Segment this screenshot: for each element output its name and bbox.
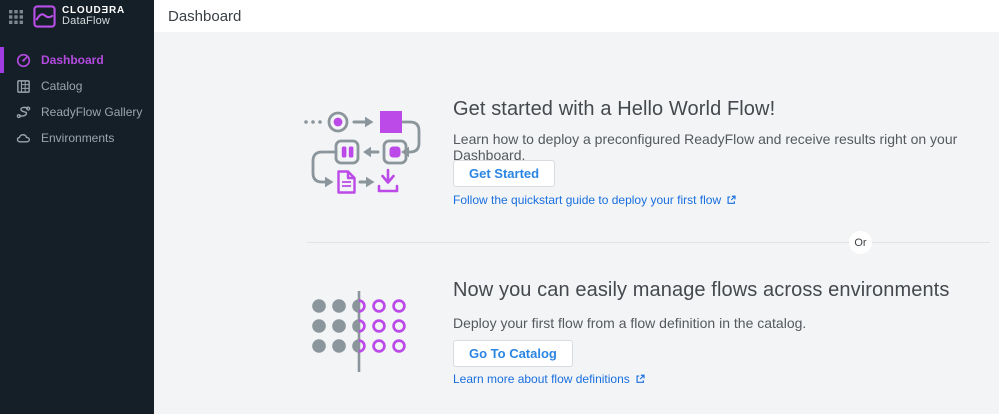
sidebar-header: CLOUDƎRA DataFlow xyxy=(0,0,154,33)
gauge-icon xyxy=(16,53,31,68)
section-heading-manage-flows: Now you can easily manage flows across e… xyxy=(453,279,949,302)
flow-definitions-link[interactable]: Learn more about flow definitions xyxy=(453,372,645,386)
hello-world-flow-illustration xyxy=(300,101,430,204)
quickstart-guide-link-label: Follow the quickstart guide to deploy yo… xyxy=(453,193,721,207)
external-link-icon xyxy=(635,374,645,384)
page-header: Dashboard xyxy=(154,0,999,32)
waffle-menu-icon[interactable] xyxy=(8,9,24,25)
sidebar-item-label: ReadyFlow Gallery xyxy=(41,105,142,119)
brand-text: CLOUDƎRA DataFlow xyxy=(62,5,125,28)
section-body-manage-flows: Deploy your first flow from a flow defin… xyxy=(453,315,806,331)
section-heading-hello-world: Get started with a Hello World Flow! xyxy=(453,98,775,121)
external-link-icon xyxy=(726,195,736,205)
cloud-icon xyxy=(16,131,31,146)
dataflow-logo-wave-icon xyxy=(33,5,56,28)
go-to-catalog-button[interactable]: Go To Catalog xyxy=(453,340,573,367)
section-divider xyxy=(307,242,990,243)
flow-definitions-link-label: Learn more about flow definitions xyxy=(453,372,630,386)
flow-path-icon xyxy=(16,105,31,120)
divider-or-badge: Or xyxy=(849,231,872,254)
sidebar-item-readyflow-gallery[interactable]: ReadyFlow Gallery xyxy=(0,99,154,125)
catalog-grid-icon xyxy=(16,79,31,94)
flow-environments-illustration xyxy=(306,289,411,379)
brand-product: DataFlow xyxy=(62,16,125,28)
sidebar-item-dashboard[interactable]: Dashboard xyxy=(0,47,154,73)
sidebar-item-label: Catalog xyxy=(41,79,82,93)
main-content xyxy=(154,32,999,414)
quickstart-guide-link[interactable]: Follow the quickstart guide to deploy yo… xyxy=(453,193,736,207)
sidebar-item-environments[interactable]: Environments xyxy=(0,125,154,151)
sidebar-item-label: Environments xyxy=(41,131,114,145)
sidebar-item-catalog[interactable]: Catalog xyxy=(0,73,154,99)
section-body-hello-world: Learn how to deploy a preconfigured Read… xyxy=(453,131,999,163)
sidebar: CLOUDƎRA DataFlow Dashboard xyxy=(0,0,154,414)
get-started-button[interactable]: Get Started xyxy=(453,160,555,187)
sidebar-item-label: Dashboard xyxy=(41,53,104,67)
page-title: Dashboard xyxy=(168,8,241,25)
sidebar-nav: Dashboard Catalog xyxy=(0,47,154,151)
brand-logo[interactable]: CLOUDƎRA DataFlow xyxy=(33,5,125,28)
app-window: CLOUDƎRA DataFlow Dashboard xyxy=(0,0,999,414)
